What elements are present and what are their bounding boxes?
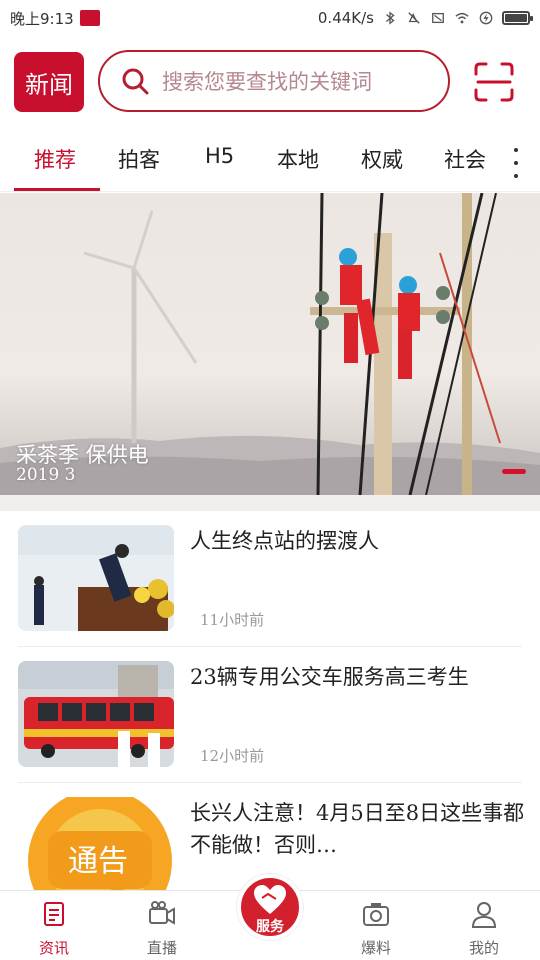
network-speed: 0.44K/s: [317, 9, 374, 27]
nav-news[interactable]: 资讯: [14, 899, 94, 958]
bluetooth-icon: [386, 11, 395, 25]
search-placeholder: 搜索您要查找的关键词: [162, 70, 372, 94]
news-time: 12小时前: [200, 747, 265, 765]
tab-local[interactable]: 本地: [277, 144, 319, 174]
nav-me[interactable]: 我的: [444, 899, 524, 958]
notice-thumb-text: 通告: [68, 845, 128, 878]
news-thumbnail: [18, 525, 174, 631]
section-divider: [0, 495, 540, 511]
status-time: 晚上9:13: [10, 9, 74, 28]
more-tabs-icon[interactable]: [510, 148, 522, 178]
banner-date: 2019 3: [16, 465, 76, 485]
tab-authority[interactable]: 权威: [361, 144, 403, 174]
news-thumbnail: [18, 661, 174, 767]
banner-carousel[interactable]: 采茶季 保供电 2019 3: [0, 193, 540, 495]
camera-icon: [363, 903, 389, 926]
tab-paike[interactable]: 拍客: [118, 144, 160, 174]
app-header: 新闻 搜索您要查找的关键词: [0, 50, 540, 114]
news-thumbnail: 通告: [18, 797, 174, 903]
app-logo[interactable]: 新闻: [14, 52, 84, 112]
carousel-indicator: [502, 469, 526, 474]
heart-icon: [254, 885, 286, 914]
scan-icon[interactable]: [474, 62, 514, 102]
status-bar: 晚上9:13 0.44K/s: [0, 0, 540, 36]
nav-label: 我的: [468, 939, 499, 957]
active-tab-indicator: [14, 188, 100, 191]
news-title: 人生终点站的摆渡人: [190, 529, 379, 553]
user-icon: [471, 902, 497, 928]
nav-label: 直播: [146, 939, 177, 957]
news-time: 11小时前: [200, 611, 265, 629]
mute-icon: [408, 12, 420, 24]
news-item[interactable]: 人生终点站的摆渡人 11小时前: [0, 511, 540, 647]
category-tabs: 推荐 拍客 H5 本地 权威 社会: [0, 138, 540, 192]
news-icon: [44, 902, 64, 926]
tab-recommend[interactable]: 推荐: [34, 144, 76, 174]
wifi-icon: [455, 12, 469, 24]
charging-icon: [479, 11, 493, 25]
app-notification-icon: [79, 10, 100, 26]
video-camera-icon: [149, 901, 175, 925]
nav-label: 资讯: [38, 939, 69, 957]
tab-society[interactable]: 社会: [444, 144, 486, 174]
nav-label: 爆料: [360, 939, 391, 957]
nav-live[interactable]: 直播: [122, 899, 202, 958]
nav-report[interactable]: 爆料: [336, 899, 416, 958]
nav-label: 服务: [256, 919, 284, 935]
nav-service[interactable]: 服务: [237, 874, 303, 940]
battery-icon: [502, 11, 533, 25]
sim-icon: [432, 12, 444, 24]
search-box[interactable]: 搜索您要查找的关键词: [98, 50, 450, 112]
news-item[interactable]: 23辆专用公交车服务高三考生 12小时前: [0, 647, 540, 783]
news-title: 23辆专用公交车服务高三考生: [190, 665, 469, 689]
tab-h5[interactable]: H5: [205, 144, 234, 168]
search-icon: [122, 68, 149, 95]
news-title: 长兴人注意！4月5日至8日这些事都不能做！否则…: [190, 801, 525, 857]
